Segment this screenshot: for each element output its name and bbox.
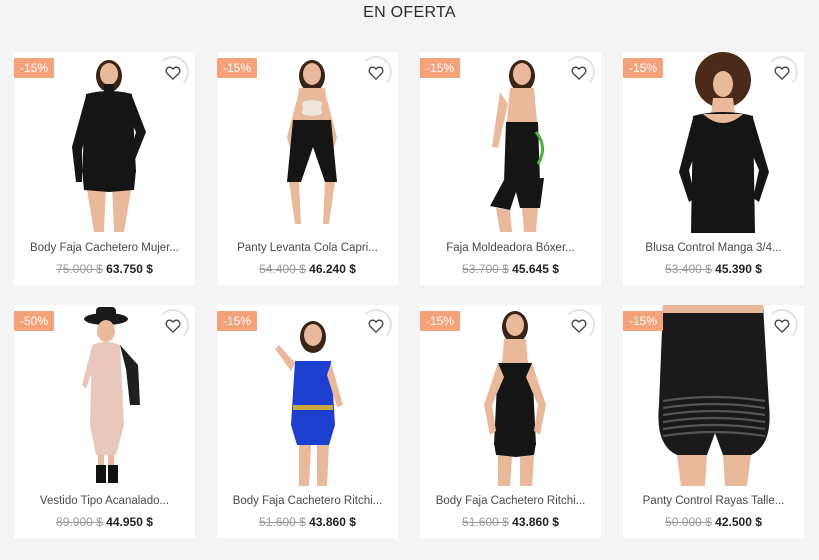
product-name[interactable]: Body Faja Cachetero Ritchi... [420, 495, 601, 507]
wishlist-button[interactable] [360, 309, 392, 341]
product-price: 75.000 $ 63.750 $ [14, 262, 195, 276]
product-name[interactable]: Blusa Control Manga 3/4... [623, 242, 804, 254]
original-price: 51.600 $ [259, 515, 306, 529]
original-price: 89.900 $ [56, 515, 103, 529]
product-card-4[interactable]: -15% Blusa Control Manga 3/4... 53.400 $… [623, 52, 804, 285]
product-name[interactable]: Panty Levanta Cola Capri... [217, 242, 398, 254]
heart-icon [165, 318, 181, 333]
heart-icon [571, 65, 587, 80]
wishlist-button[interactable] [766, 309, 798, 341]
heart-icon [368, 65, 384, 80]
discount-badge: -15% [217, 58, 258, 78]
wishlist-button[interactable] [563, 56, 595, 88]
heart-icon [368, 318, 384, 333]
product-price: 50.000 $ 42.500 $ [623, 515, 804, 529]
discount-badge: -50% [14, 311, 55, 331]
product-price: 54.400 $ 46.240 $ [217, 262, 398, 276]
heart-icon [165, 65, 181, 80]
sale-price: 43.860 $ [309, 515, 356, 529]
discount-badge: -15% [420, 311, 461, 331]
original-price: 51.600 $ [462, 515, 509, 529]
heart-icon [774, 318, 790, 333]
wishlist-button[interactable] [360, 56, 392, 88]
product-card-6[interactable]: -15% Body Faja Cachetero Ritchi... 51.60… [217, 305, 398, 538]
sale-price: 44.950 $ [106, 515, 153, 529]
product-card-2[interactable]: -15% Panty Levanta Cola Capri... 54.400 … [217, 52, 398, 285]
original-price: 50.000 $ [665, 515, 712, 529]
product-name[interactable]: Body Faja Cachetero Mujer... [14, 242, 195, 254]
sale-price: 63.750 $ [106, 262, 153, 276]
sale-price: 43.860 $ [512, 515, 559, 529]
discount-badge: -15% [420, 58, 461, 78]
sale-price: 45.390 $ [715, 262, 762, 276]
discount-badge: -15% [217, 311, 258, 331]
wishlist-button[interactable] [157, 309, 189, 341]
original-price: 75.000 $ [56, 262, 103, 276]
product-price: 53.700 $ 45.645 $ [420, 262, 601, 276]
product-name[interactable]: Panty Control Rayas Talle... [623, 495, 804, 507]
discount-badge: -15% [623, 311, 664, 331]
discount-badge: -15% [623, 58, 664, 78]
discount-badge: -15% [14, 58, 55, 78]
wishlist-button[interactable] [563, 309, 595, 341]
product-price: 51.600 $ 43.860 $ [420, 515, 601, 529]
wishlist-button[interactable] [766, 56, 798, 88]
wishlist-button[interactable] [157, 56, 189, 88]
product-price: 89.900 $ 44.950 $ [14, 515, 195, 529]
product-name[interactable]: Faja Moldeadora Bóxer... [420, 242, 601, 254]
original-price: 54.400 $ [259, 262, 306, 276]
product-card-8[interactable]: -15% Panty Control Rayas Talle... 50.000… [623, 305, 804, 538]
original-price: 53.700 $ [462, 262, 509, 276]
product-card-3[interactable]: -15% Faja Moldeadora Bóxer... 53.700 $ 4… [420, 52, 601, 285]
heart-icon [774, 65, 790, 80]
sale-price: 42.500 $ [715, 515, 762, 529]
product-name[interactable]: Body Faja Cachetero Ritchi... [217, 495, 398, 507]
product-price: 51.600 $ 43.860 $ [217, 515, 398, 529]
product-price: 53.400 $ 45.390 $ [623, 262, 804, 276]
product-card-7[interactable]: -15% Body Faja Cachetero Ritchi... 51.60… [420, 305, 601, 538]
product-grid: -15% Body Faja Cachetero Mujer... 75.000… [0, 0, 819, 560]
product-name[interactable]: Vestido Tipo Acanalado... [14, 495, 195, 507]
sale-price: 45.645 $ [512, 262, 559, 276]
product-card-5[interactable]: -50% Vestido Tipo Acanalado... 89.900 $ … [14, 305, 195, 538]
product-card-1[interactable]: -15% Body Faja Cachetero Mujer... 75.000… [14, 52, 195, 285]
sale-price: 46.240 $ [309, 262, 356, 276]
heart-icon [571, 318, 587, 333]
original-price: 53.400 $ [665, 262, 712, 276]
